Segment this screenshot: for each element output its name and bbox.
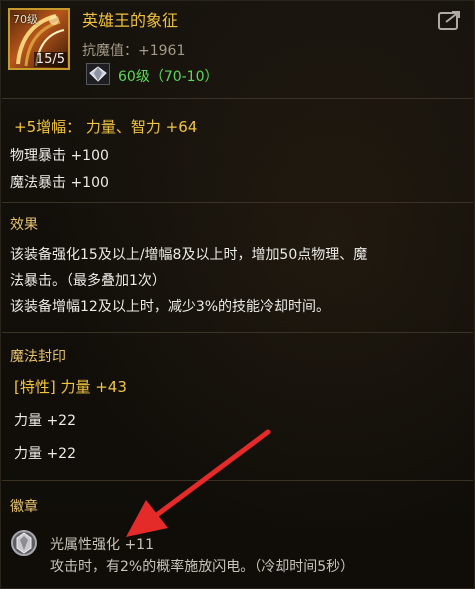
divider xyxy=(2,98,473,99)
item-title: 英雄王的象征 xyxy=(82,11,179,30)
item-stack-count: 15/5 xyxy=(33,52,67,67)
divider xyxy=(2,480,473,481)
section-heading-effect: 效果 xyxy=(10,217,38,233)
amplify-line: +5增幅： 力量、智力 +64 xyxy=(14,118,198,136)
emblem-value: +11 xyxy=(124,537,154,553)
diamond-icon xyxy=(86,63,110,85)
arrow-annotation xyxy=(126,429,271,537)
level-range: 60级（70-10） xyxy=(118,69,219,85)
seal-line: 力量 +22 xyxy=(14,446,76,462)
item-icon[interactable]: 70级 15/5 xyxy=(8,8,70,70)
effect-line: 该装备增幅12及以上时，减少3%的技能冷却时间。 xyxy=(10,299,331,315)
stat-line: 魔法暴击 +100 xyxy=(10,175,109,191)
share-icon[interactable] xyxy=(437,9,463,31)
effect-line: 该装备强化15及以上/增幅8及以上时，增加50点物理、魔 xyxy=(10,247,368,263)
section-heading-seal: 魔法封印 xyxy=(10,349,66,365)
item-level-tag: 70级 xyxy=(13,13,38,26)
emblem-name: 光属性强化 xyxy=(50,537,120,553)
emblem-description: 攻击时，有2%的概率施放闪电。（冷却时间5秒） xyxy=(50,559,355,575)
effect-line: 法暴击。（最多叠加1次） xyxy=(10,273,166,289)
section-heading-emblem: 徽章 xyxy=(10,499,38,515)
emblem-title: 光属性强化 +11 xyxy=(50,534,154,554)
seal-line: 力量 +22 xyxy=(14,413,76,429)
item-tooltip: 70级 15/5 英雄王的象征 抗魔值：+1961 60级（70-10） +5增… xyxy=(0,0,475,589)
stat-line: 物理暴击 +100 xyxy=(10,148,109,164)
divider xyxy=(2,332,473,333)
resist-value: 抗魔值：+1961 xyxy=(82,43,186,59)
seal-special-line: [特性] 力量 +43 xyxy=(14,378,127,396)
gem-icon xyxy=(9,528,39,558)
divider xyxy=(2,202,473,203)
